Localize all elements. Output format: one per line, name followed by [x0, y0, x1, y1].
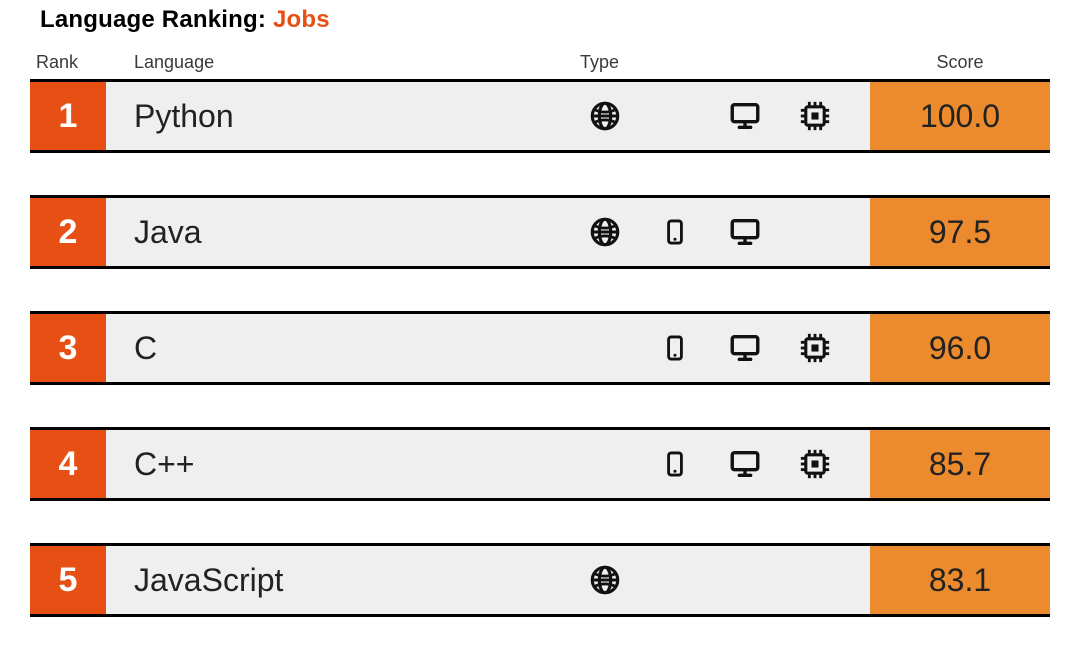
table-row: 3C 96.0: [30, 311, 1050, 385]
page-title: Language Ranking: Jobs: [40, 6, 1050, 34]
type-cell: [570, 314, 870, 382]
type-slot-desktop: [710, 99, 780, 133]
web-icon: [588, 99, 622, 133]
type-cell: [570, 546, 870, 614]
header-language: Language: [126, 52, 554, 73]
score-cell: 83.1: [870, 546, 1050, 614]
table-row: 2Java 97.5: [30, 195, 1050, 269]
type-slot-embedded: [780, 447, 850, 481]
type-slot-web: [570, 99, 640, 133]
rank-cell: 2: [30, 198, 106, 266]
language-cell: Python: [106, 82, 570, 150]
language-cell: Java: [106, 198, 570, 266]
header-type: Type: [554, 52, 880, 73]
column-headers: Rank Language Type Score: [30, 52, 1050, 79]
language-cell: JavaScript: [106, 546, 570, 614]
type-slot-mobile: [640, 447, 710, 481]
desktop-icon: [726, 99, 764, 133]
rank-cell: 3: [30, 314, 106, 382]
language-cell: C++: [106, 430, 570, 498]
type-slot-desktop: [710, 447, 780, 481]
type-slot-desktop: [710, 331, 780, 365]
embedded-icon: [798, 447, 832, 481]
desktop-icon: [726, 331, 764, 365]
rank-cell: 1: [30, 82, 106, 150]
table-row: 1Python 100.0: [30, 79, 1050, 153]
title-accent: Jobs: [273, 6, 330, 33]
header-rank: Rank: [30, 52, 126, 73]
mobile-icon: [661, 331, 689, 365]
rank-cell: 5: [30, 546, 106, 614]
type-slot-desktop: [710, 215, 780, 249]
rank-cell: 4: [30, 430, 106, 498]
web-icon: [588, 563, 622, 597]
web-icon: [588, 215, 622, 249]
type-slot-embedded: [780, 331, 850, 365]
desktop-icon: [726, 447, 764, 481]
ranking-rows: 1Python 100.0 2Java: [30, 79, 1050, 617]
desktop-icon: [726, 215, 764, 249]
type-slot-web: [570, 215, 640, 249]
mobile-icon: [661, 215, 689, 249]
mobile-icon: [661, 447, 689, 481]
header-score: Score: [880, 52, 1050, 73]
type-cell: [570, 430, 870, 498]
score-cell: 96.0: [870, 314, 1050, 382]
type-slot-web: [570, 563, 640, 597]
type-slot-mobile: [640, 331, 710, 365]
language-cell: C: [106, 314, 570, 382]
table-row: 5JavaScript 83.1: [30, 543, 1050, 617]
type-slot-embedded: [780, 99, 850, 133]
score-cell: 100.0: [870, 82, 1050, 150]
language-ranking-page: Language Ranking: Jobs Rank Language Typ…: [0, 0, 1080, 668]
table-row: 4C++ 85.7: [30, 427, 1050, 501]
type-cell: [570, 82, 870, 150]
type-cell: [570, 198, 870, 266]
type-slot-mobile: [640, 215, 710, 249]
embedded-icon: [798, 99, 832, 133]
score-cell: 97.5: [870, 198, 1050, 266]
title-prefix: Language Ranking:: [40, 6, 266, 33]
embedded-icon: [798, 331, 832, 365]
score-cell: 85.7: [870, 430, 1050, 498]
